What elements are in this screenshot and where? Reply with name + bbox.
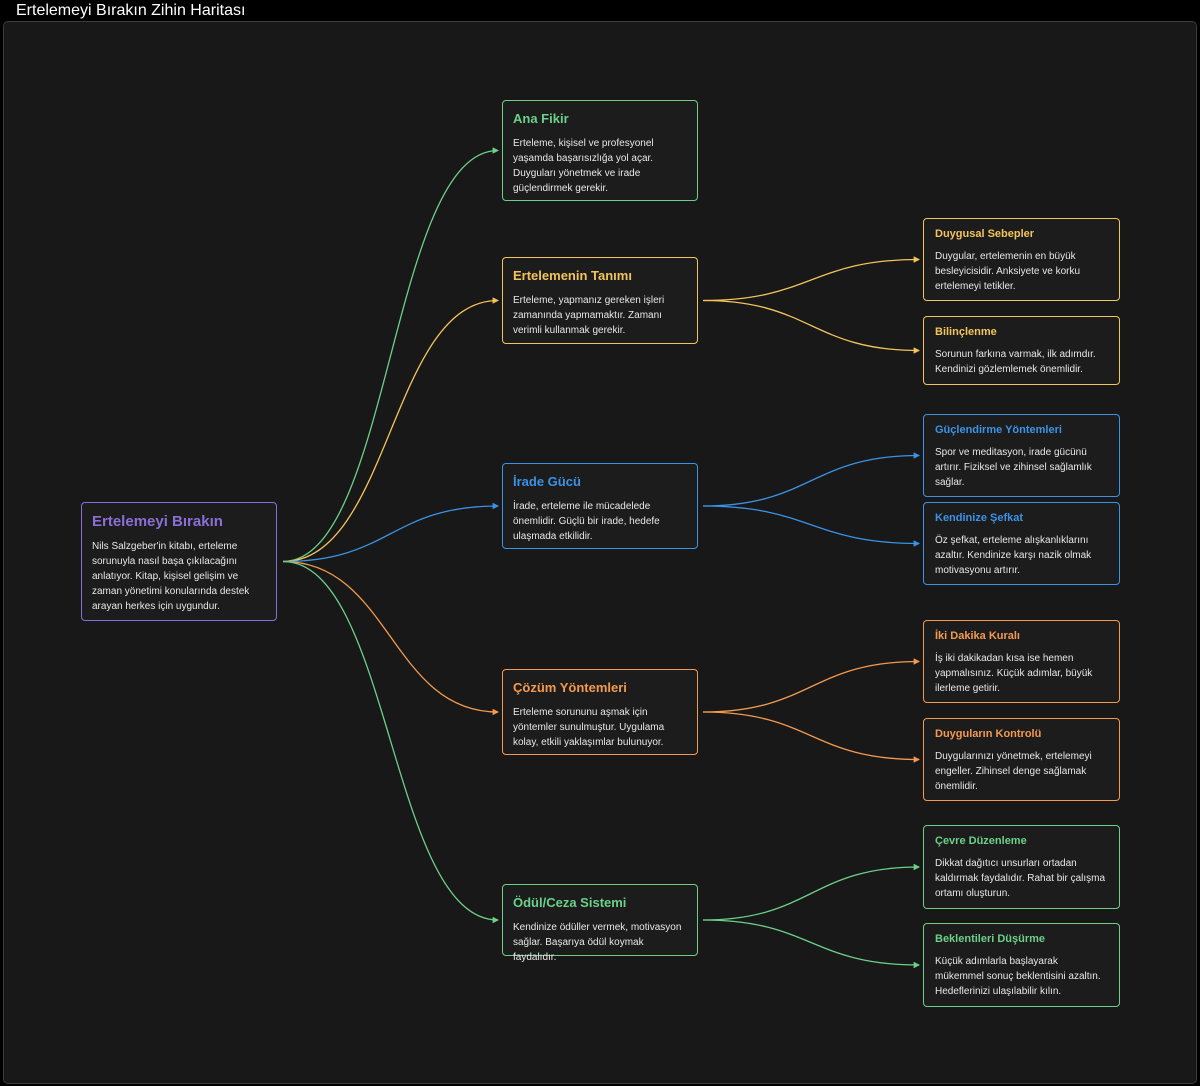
branch-node-title: Ana Fikir: [513, 111, 569, 126]
sub-node-duygusal-sebepler[interactable]: Duygusal Sebepler Duygular, ertelemenin …: [923, 218, 1120, 301]
sub-node-cevre-duzenleme[interactable]: Çevre Düzenleme Dikkat dağıtıcı unsurlar…: [923, 825, 1120, 909]
branch-node-cozum-yontemleri[interactable]: Çözüm Yöntemleri Erteleme sorununu aşmak…: [502, 669, 698, 755]
connector-root-to-branch: [282, 560, 500, 716]
sub-node-desc: Spor ve meditasyon, irade gücünü artırır…: [935, 447, 1092, 489]
sub-node-title: Duygusal Sebepler: [935, 228, 1035, 240]
branch-node-title: Ödül/Ceza Sistemi: [513, 895, 627, 910]
sub-node-duygularin-kontrolu[interactable]: Duyguların Kontrolü Duygularınızı yönetm…: [923, 718, 1120, 801]
connector-branch-to-sub: [702, 863, 921, 921]
branch-node-desc: Erteleme sorununu aşmak için yöntemler s…: [513, 706, 665, 748]
sub-node-iki-dakika-kurali[interactable]: İki Dakika Kuralı İş iki dakikadan kısa …: [923, 620, 1120, 703]
branch-node-title: Ertelemenin Tanımı: [513, 268, 632, 283]
sub-node-guclendirme-yontemleri[interactable]: Güçlendirme Yöntemleri Spor ve meditasyo…: [923, 414, 1120, 497]
sub-node-kendinize-sefkat[interactable]: Kendinize Şefkat Öz şefkat, erteleme alı…: [923, 502, 1120, 585]
root-node-title: Ertelemeyi Bırakın: [92, 513, 223, 530]
connector-branch-to-sub: [702, 452, 921, 507]
connector-branch-to-sub: [702, 505, 921, 547]
sub-node-title: Bilinçlenme: [935, 326, 997, 338]
sub-node-title: Beklentileri Düşürme: [935, 933, 1046, 945]
branch-node-title: Çözüm Yöntemleri: [513, 680, 627, 695]
sub-node-title: Duyguların Kontrolü: [935, 728, 1042, 740]
branch-node-ertelemenin-tanimi[interactable]: Ertelemenin Tanımı Erteleme, yapmanız ge…: [502, 257, 698, 344]
sub-node-bilinclenme[interactable]: Bilinçlenme Sorunun farkına varmak, ilk …: [923, 316, 1120, 385]
branch-node-desc: Erteleme, yapmanız gereken işleri zamanı…: [513, 294, 665, 336]
branch-node-desc: İrade, erteleme ile mücadelede önemlidir…: [513, 500, 660, 542]
connector-branch-to-sub: [702, 711, 921, 763]
connector-root-to-branch: [282, 502, 500, 563]
branch-node-desc: Erteleme, kişisel ve profesyonel yaşamda…: [513, 137, 654, 194]
connector-branch-to-sub: [702, 256, 921, 302]
branch-node-ana-fikir[interactable]: Ana Fikir Erteleme, kişisel ve profesyon…: [502, 100, 698, 201]
connector-root-to-branch: [282, 297, 500, 563]
connector-branch-to-sub: [702, 299, 921, 354]
branch-node-title: İrade Gücü: [513, 474, 581, 489]
sub-node-desc: Sorunun farkına varmak, ilk adımdır. Ken…: [935, 349, 1096, 376]
sub-node-beklentileri-dusurme[interactable]: Beklentileri Düşürme Küçük adımlarla baş…: [923, 923, 1120, 1007]
connector-branch-to-sub: [702, 919, 921, 969]
sub-node-title: Çevre Düzenleme: [935, 835, 1027, 847]
branch-node-odul-ceza-sistemi[interactable]: Ödül/Ceza Sistemi Kendinize ödüller verm…: [502, 884, 698, 963]
connector-root-to-branch: [282, 560, 500, 924]
connector-branch-to-sub: [702, 658, 921, 713]
connector-root-to-branch: [282, 147, 500, 563]
sub-node-desc: İş iki dakikadan kısa ise hemen yapmalıs…: [935, 653, 1093, 695]
sub-node-title: Kendinize Şefkat: [935, 512, 1024, 524]
root-node[interactable]: Ertelemeyi Bırakın Nils Salzgeber'in kit…: [81, 502, 277, 621]
sub-node-desc: Küçük adımlarla başlayarak mükemmel sonu…: [935, 956, 1101, 998]
branch-node-desc: Kendinize ödüller vermek, motivasyon sağ…: [513, 921, 682, 963]
sub-node-desc: Duygular, ertelemenin en büyük besleyici…: [935, 251, 1081, 293]
branch-node-irade-gucu[interactable]: İrade Gücü İrade, erteleme ile mücadeled…: [502, 463, 698, 549]
sub-node-title: İki Dakika Kuralı: [935, 630, 1020, 642]
root-node-desc: Nils Salzgeber'in kitabı, erteleme sorun…: [92, 541, 250, 612]
sub-node-desc: Öz şefkat, erteleme alışkanlıklarını aza…: [935, 535, 1092, 577]
sub-node-desc: Dikkat dağıtıcı unsurları ortadan kaldır…: [935, 858, 1106, 900]
sub-node-title: Güçlendirme Yöntemleri: [935, 424, 1062, 436]
sub-node-desc: Duygularınızı yönetmek, ertelemeyi engel…: [935, 751, 1092, 793]
